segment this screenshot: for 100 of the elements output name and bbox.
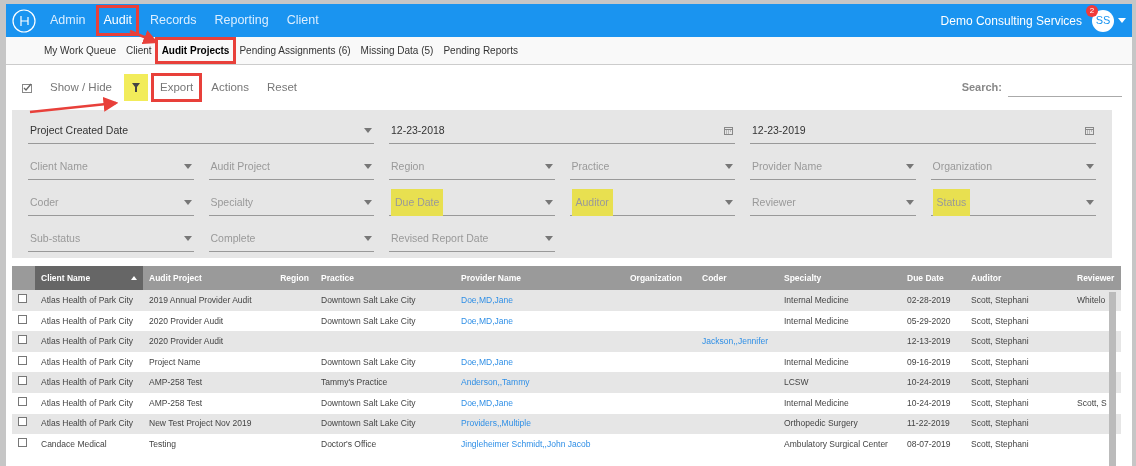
table-cell: Downtown Salt Lake City (321, 294, 416, 305)
column-header[interactable]: Organization (624, 266, 696, 290)
select-field[interactable]: Revised Report Date (389, 226, 555, 252)
caret-icon (905, 200, 914, 205)
select-field[interactable]: Region (389, 154, 555, 180)
select-field[interactable]: Audit Project (208, 154, 374, 180)
subnav-link[interactable]: Audit Projects (157, 40, 234, 61)
subnav-link[interactable]: Pending Reports (439, 40, 522, 61)
select-field[interactable]: Organization (930, 154, 1096, 180)
table-cell: Internal Medicine (784, 397, 849, 408)
caret-icon (183, 164, 192, 169)
row-checkbox[interactable] (18, 396, 27, 406)
table-cell: AMP-258 Test (149, 377, 203, 388)
select-field[interactable]: Due Date (389, 190, 555, 216)
table-cell: 2020 Provider Audit (149, 336, 224, 347)
select-field[interactable]: Project Created Date (28, 118, 374, 144)
table-cell: Internal Medicine (784, 315, 849, 326)
table-cell: Testing (149, 439, 176, 450)
row-checkbox[interactable] (18, 376, 27, 386)
subnav-link[interactable]: Client (122, 40, 156, 61)
toolbar-link[interactable]: Show / Hide (44, 75, 118, 100)
table-cell: Ambulatory Surgical Center (784, 439, 888, 450)
row-checkbox[interactable] (18, 293, 27, 303)
select-field[interactable]: Provider Name (750, 154, 916, 180)
row-checkbox[interactable] (18, 335, 27, 345)
caret-icon (183, 236, 192, 241)
select-field[interactable]: Auditor (569, 190, 735, 216)
calendar-icon (1085, 126, 1094, 135)
company-name: Demo Consulting Services (940, 12, 1082, 30)
row-checkbox[interactable] (18, 417, 27, 427)
table-cell: Scott, Stephani (971, 397, 1029, 408)
column-header[interactable]: Audit Project (143, 266, 266, 290)
subnav-link[interactable]: Pending Assignments (6) (235, 40, 355, 61)
notification-badge: 2 (1086, 4, 1098, 17)
nav-link[interactable]: Audit (99, 8, 136, 33)
table-cell: Orthopedic Surgery (784, 418, 858, 429)
row-checkbox[interactable] (18, 355, 27, 365)
caret-icon (364, 164, 372, 169)
table-cell: Scott, Stephani (971, 315, 1029, 326)
row-checkbox[interactable] (18, 438, 27, 448)
caret-icon (725, 200, 733, 205)
subnav-link[interactable]: Missing Data (5) (356, 40, 438, 61)
table-cell: 12-13-2019 (907, 336, 951, 347)
column-header[interactable]: Auditor (965, 266, 1071, 290)
toolbar-link[interactable]: Actions (205, 75, 255, 100)
column-header[interactable]: Region (266, 266, 315, 290)
nav-link[interactable]: Records (145, 8, 201, 33)
table-link[interactable]: Doe,MD,Jane (461, 294, 513, 305)
table-cell: Atlas Health of Park City (41, 397, 134, 408)
column-header[interactable]: Due Date (901, 266, 965, 290)
table-cell: Downtown Salt Lake City (321, 315, 416, 326)
nav-link[interactable]: Reporting (210, 8, 273, 33)
table-link[interactable]: Jingleheimer Schmidt,,John Jacob (461, 439, 591, 450)
select-field[interactable]: Sub-status (28, 226, 194, 252)
table-cell: Candace Medical (41, 439, 107, 450)
toolbar-link[interactable]: Reset (261, 75, 304, 100)
sort-icon (131, 276, 137, 280)
table-cell: 05-29-2020 (907, 315, 951, 326)
toolbar-link[interactable]: Export (154, 75, 200, 100)
filter-icon[interactable] (124, 73, 148, 102)
subnav-link[interactable]: My Work Queue (40, 40, 121, 61)
nav-link[interactable]: Admin (46, 8, 90, 33)
table-cell: 08-07-2019 (907, 439, 951, 450)
table-cell: Project Name (149, 356, 201, 367)
row-checkbox[interactable] (18, 314, 27, 324)
column-header[interactable]: Coder (696, 266, 778, 290)
select-field[interactable]: Coder (28, 190, 194, 216)
table-cell: Scott, Stephani (971, 294, 1029, 305)
table-cell: Atlas Health of Park City (41, 356, 134, 367)
caret-icon (364, 128, 372, 133)
table-link[interactable]: Doe,MD,Jane (461, 356, 513, 367)
column-header[interactable]: Practice (315, 266, 455, 290)
table-cell: New Test Project Nov 2019 (149, 418, 252, 429)
scrollbar[interactable] (1109, 292, 1116, 466)
column-header[interactable]: Provider Name (455, 266, 624, 290)
date-field[interactable]: 12-23-2018 (389, 118, 735, 144)
table-cell: Scott, S (1077, 397, 1107, 408)
select-field[interactable]: Client Name (28, 154, 194, 180)
select-field[interactable]: Reviewer (750, 190, 916, 216)
select-field[interactable]: Practice (569, 154, 735, 180)
caret-icon (1086, 164, 1094, 169)
caret-icon (905, 164, 914, 169)
column-header[interactable]: Specialty (778, 266, 901, 290)
table-cell: AMP-258 Test (149, 397, 203, 408)
table-cell: Internal Medicine (784, 356, 849, 367)
date-field[interactable]: 12-23-2019 (750, 118, 1096, 144)
select-field[interactable]: Status (930, 190, 1096, 216)
table-cell: Scott, Stephani (971, 439, 1029, 450)
table-cell: Scott, Stephani (971, 336, 1029, 347)
select-field[interactable]: Complete (208, 226, 374, 252)
table-link[interactable]: Doe,MD,Jane (461, 315, 513, 326)
table-cell: Atlas Health of Park City (41, 294, 134, 305)
table-cell: Tammy's Practice (321, 377, 388, 388)
select-field[interactable]: Specialty (208, 190, 374, 216)
nav-link[interactable]: Client (282, 8, 323, 33)
column-header[interactable]: Client Name (35, 266, 143, 290)
caret-icon (725, 164, 733, 169)
table-link[interactable]: Doe,MD,Jane (461, 397, 513, 408)
column-header[interactable]: Reviewer (1071, 266, 1121, 290)
table-cell: Scott, Stephani (971, 356, 1029, 367)
